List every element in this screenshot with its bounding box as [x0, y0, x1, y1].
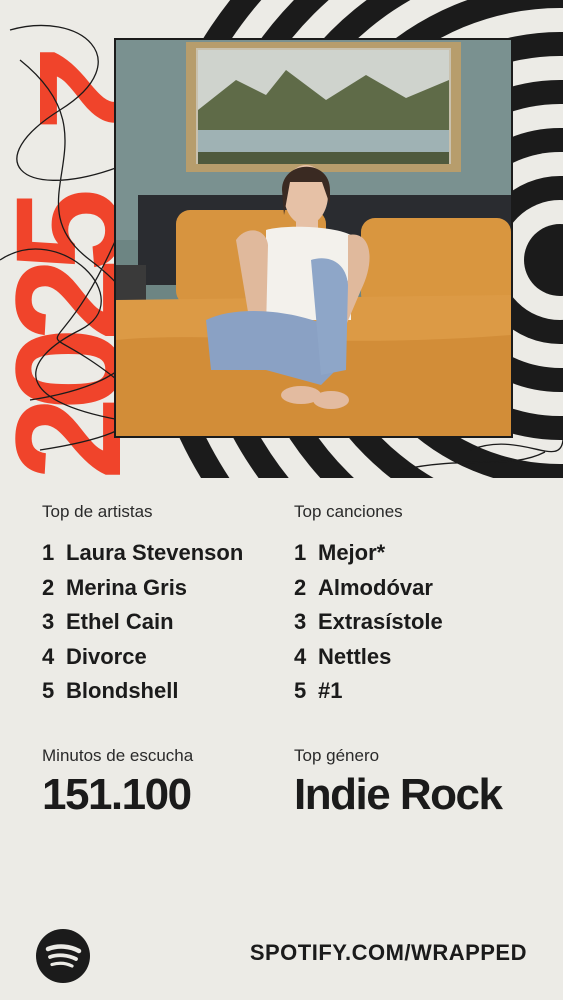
painting [186, 42, 461, 172]
wrapped-card: 2 2025 Top de artistas 1 Laura Stevenson… [0, 0, 563, 1000]
genre-value: Indie Rock [294, 770, 503, 819]
photo-illustration [116, 40, 511, 436]
wrapped-url-link[interactable]: SPOTIFY.COM/WRAPPED [250, 940, 527, 966]
list-item: 5 #1 [294, 674, 443, 709]
rank-number: 5 [42, 678, 55, 703]
song-name: Nettles [318, 643, 392, 669]
song-name: Mejor* [318, 540, 386, 565]
top-artists-section: Top de artistas 1 Laura Stevenson 2 Merina… [42, 502, 243, 709]
list-item: 2 Merina Gris [42, 571, 243, 606]
genre-section: Top género Indie Rock [294, 746, 503, 820]
top-artists-list: 1 Laura Stevenson 2 Merina Gris 3 Ethel Cai… [42, 536, 243, 709]
list-item: 5 Blondshell [42, 674, 243, 709]
artist-name: Ethel Cain [66, 609, 174, 634]
list-item: 3 Ethel Cain [42, 605, 243, 640]
rank-number: 3 [294, 609, 307, 634]
list-item: 1 Laura Stevenson [42, 536, 243, 571]
rank-number: 2 [42, 574, 55, 600]
song-name: Almodóvar [318, 574, 433, 600]
artist-photo [114, 38, 513, 438]
artist-name: Blondshell [66, 678, 179, 703]
top-songs-label: Top canciones [294, 502, 403, 521]
top-songs-section: Top canciones 1 Mejor* 2 Almodóvar 3 Extras… [294, 502, 443, 709]
rank-number: 1 [294, 540, 307, 565]
minutes-value: 151.100 [42, 770, 192, 819]
artist-name: Merina Gris [66, 574, 188, 600]
top-songs-list: 1 Mejor* 2 Almodóvar 3 Extrasístole 4 Nettle… [294, 536, 443, 709]
rank-number: 4 [42, 643, 55, 669]
artist-name: Divorce [66, 643, 147, 669]
minutes-label: Minutos de escucha [42, 746, 194, 765]
list-item: 2 Almodóvar [294, 571, 443, 606]
song-name: Extrasístole [318, 609, 443, 634]
rank-number: 4 [294, 643, 307, 669]
rank-number: 1 [42, 540, 55, 565]
list-item: 3 Extrasístole [294, 605, 443, 640]
header-artwork: 2 2025 [0, 0, 563, 478]
rank-number: 2 [294, 574, 307, 600]
rank-number: 5 [294, 678, 307, 703]
list-item: 4 Nettles [294, 640, 443, 675]
song-name: #1 [318, 678, 343, 703]
list-item: 1 Mejor* [294, 536, 443, 571]
minutes-section: Minutos de escucha 151.100 [42, 746, 193, 820]
spotify-logo-icon[interactable] [36, 929, 90, 983]
artist-name: Laura Stevenson [66, 540, 244, 565]
top-artists-label: Top de artistas [42, 502, 153, 521]
list-item: 4 Divorce [42, 640, 243, 675]
rank-number: 3 [42, 609, 55, 634]
genre-label: Top género [294, 746, 380, 765]
